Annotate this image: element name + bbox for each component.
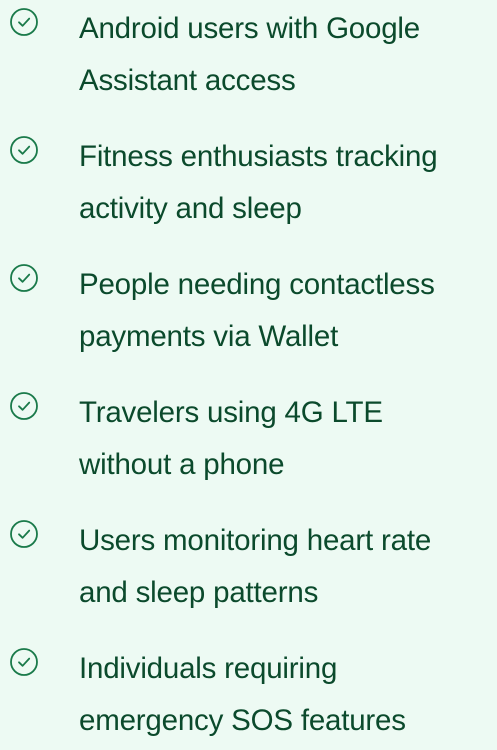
- list-item: Android users with Google Assistant acce…: [0, 0, 497, 110]
- list-item-line: emergency SOS features: [79, 704, 406, 737]
- list-item: Fitness enthusiasts tracking activity an…: [0, 128, 497, 238]
- list-item-line: Travelers using 4G LTE: [79, 396, 383, 429]
- list-item-line: activity and sleep: [79, 192, 302, 225]
- list-item: Users monitoring heart rate and sleep pa…: [0, 512, 497, 622]
- list-item-text: Individuals requiring emergency SOS feat…: [79, 643, 497, 747]
- list-item-text: Fitness enthusiasts tracking activity an…: [79, 131, 497, 235]
- list-item-line: Individuals requiring: [79, 652, 338, 685]
- check-circle-icon: [9, 647, 39, 677]
- check-circle-icon: [9, 135, 39, 165]
- list-item-text: Android users with Google Assistant acce…: [79, 3, 497, 107]
- list-item-line: Assistant access: [79, 64, 296, 97]
- check-circle-icon: [9, 263, 39, 293]
- list-item-text: Travelers using 4G LTE without a phone: [79, 387, 497, 491]
- benefits-list: Android users with Google Assistant acce…: [0, 0, 497, 737]
- list-item-line: payments via Wallet: [79, 320, 339, 353]
- check-circle-icon: [9, 7, 39, 37]
- list-item-text: People needing contactless payments via …: [79, 259, 497, 363]
- check-circle-icon: [9, 519, 39, 549]
- list-item-line: Fitness enthusiasts tracking: [79, 140, 438, 173]
- list-item-text: Users monitoring heart rate and sleep pa…: [79, 515, 497, 619]
- list-item-line: People needing contactless: [79, 268, 435, 301]
- list-item-line: without a phone: [79, 448, 285, 481]
- list-item-line: Android users with Google: [79, 12, 420, 45]
- list-item: Individuals requiring emergency SOS feat…: [0, 640, 497, 750]
- check-circle-icon: [9, 391, 39, 421]
- list-item: People needing contactless payments via …: [0, 256, 497, 366]
- list-item-line: Users monitoring heart rate: [79, 524, 432, 557]
- list-item: Travelers using 4G LTE without a phone: [0, 384, 497, 494]
- list-item-line: and sleep patterns: [79, 576, 319, 609]
